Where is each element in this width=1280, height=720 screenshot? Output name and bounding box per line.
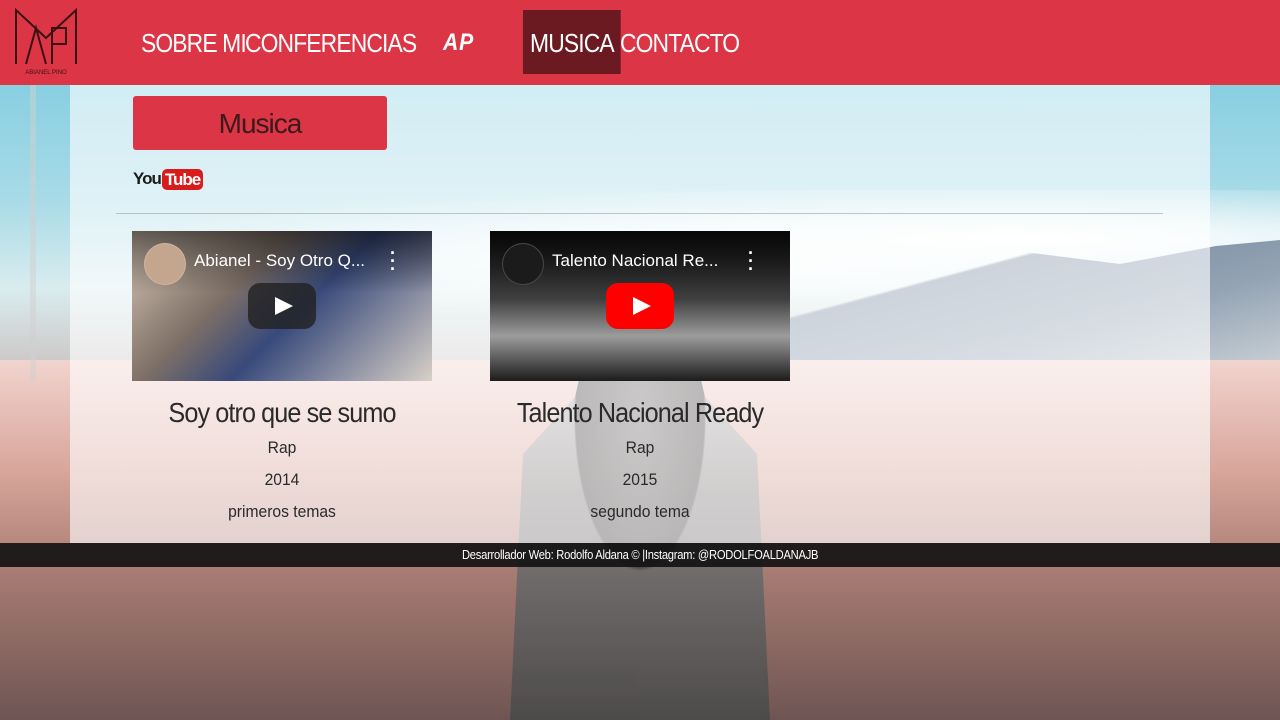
song-genre: Rap [267,438,297,457]
play-icon[interactable] [248,283,316,329]
section-divider [116,213,1163,214]
top-navbar: ABIANEL PINO SOBRE MI CONFERENCIAS AP MU… [0,0,1280,85]
youtube-logo-link[interactable]: You Tube [133,168,204,190]
nav-link-sobre-mi[interactable]: SOBRE MI [141,10,247,74]
play-icon[interactable] [606,283,674,329]
nav-link-conferencias[interactable]: CONFERENCIAS [245,10,417,74]
kebab-icon[interactable]: · · · [390,244,396,278]
nav-link-contacto[interactable]: CONTACTO [620,10,740,74]
youtube-logo-you: You [133,169,162,188]
channel-avatar[interactable] [502,243,544,285]
video-embed-title[interactable]: Abianel - Soy Otro Q... [194,251,384,271]
song-genre: Rap [625,438,655,457]
video-embed-title[interactable]: Talento Nacional Re... [552,251,742,271]
ap-monogram-logo-icon: ABIANEL PINO [15,7,77,76]
song-year: 2015 [622,470,658,489]
brand-logo[interactable]: ABIANEL PINO [12,4,80,78]
footer-credit: Desarrollador Web: Rodolfo Aldana © |Ins… [461,547,819,562]
song-description: primeros temas [228,502,336,521]
footer: Desarrollador Web: Rodolfo Aldana © |Ins… [0,543,1280,567]
video-card: Talento Nacional Re... · · · Talento Nacio… [490,231,790,525]
section-title-button[interactable]: Musica [133,96,387,150]
song-title: Talento Nacional Ready [516,397,764,428]
video-card: Abianel - Soy Otro Q... · · · Soy otro que… [132,231,432,525]
kebab-icon[interactable]: · · · [748,244,754,278]
channel-avatar[interactable] [144,243,186,285]
video-embed[interactable]: Talento Nacional Re... · · · [490,231,790,381]
svg-text:ABIANEL PINO: ABIANEL PINO [25,70,67,76]
song-year: 2014 [264,470,300,489]
song-title: Soy otro que se sumo [168,397,396,428]
video-embed[interactable]: Abianel - Soy Otro Q... · · · [132,231,432,381]
music-panel: Musica You Tube Abianel - Soy Otro Q... … [70,85,1210,543]
song-description: segundo tema [590,502,690,521]
nav-link-musica[interactable]: MUSICA [523,10,621,74]
youtube-logo-tube: Tube [161,168,204,190]
nav-link-ap[interactable]: AP [443,10,474,74]
